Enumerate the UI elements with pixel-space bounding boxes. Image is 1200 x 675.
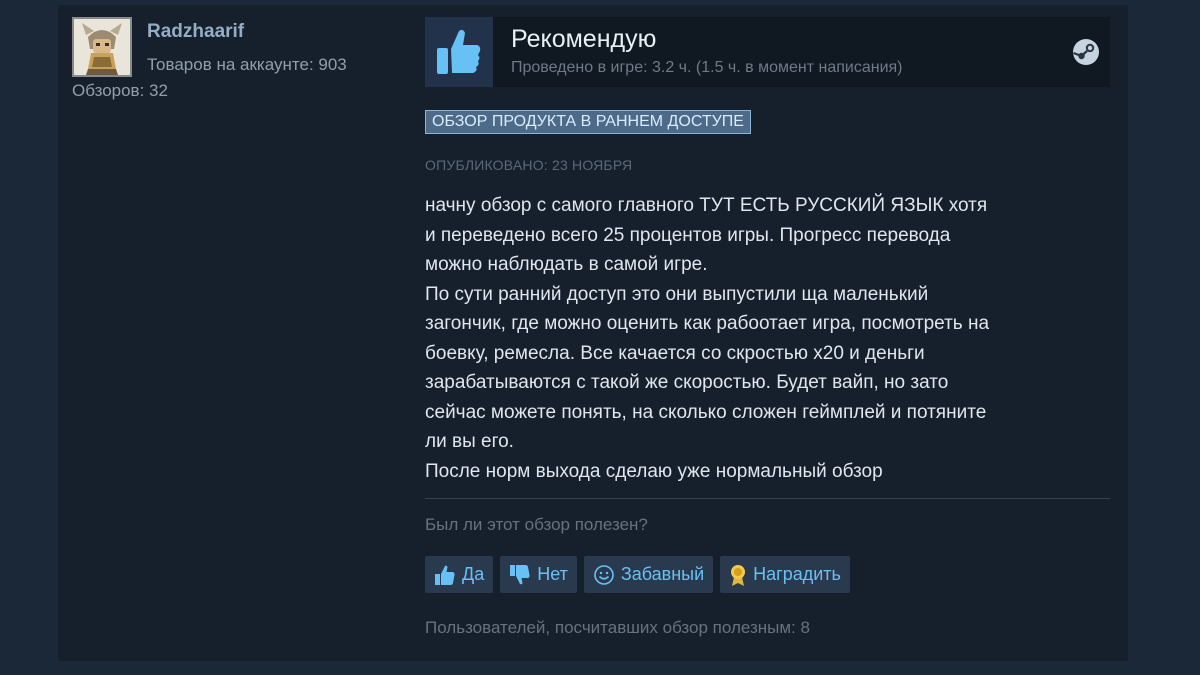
author-reviews-count[interactable]: Обзоров: 32	[72, 81, 168, 101]
vote-funny-button[interactable]: Забавный	[583, 556, 714, 593]
award-button[interactable]: Наградить	[720, 556, 850, 593]
helpful-question: Был ли этот обзор полезен?	[425, 515, 648, 534]
review-line: зарабатываются с такой же скоростью. Буд…	[425, 372, 949, 393]
avatar-illustration	[74, 19, 130, 75]
vote-controls: Да Нет Забавный Наградить	[425, 556, 850, 593]
review-line: сейчас можете понять, на сколько сложен …	[425, 401, 987, 423]
early-access-badge: ОБЗОР ПРОДУКТА В РАННЕМ ДОСТУПЕ	[425, 110, 751, 134]
vote-no-label: Нет	[537, 564, 568, 584]
review-line: После норм выхода сделаю уже нормальный …	[425, 460, 883, 482]
vote-no-button[interactable]: Нет	[500, 556, 577, 593]
review-line: можно наблюдать в самой игре.	[425, 254, 708, 275]
posted-date: ОПУБЛИКОВАНО: 23 НОЯБРЯ	[425, 157, 633, 173]
steam-logo-icon	[1073, 39, 1099, 65]
divider	[425, 498, 1110, 499]
playtime-info: Проведено в игре: 3.2 ч. (1.5 ч. в момен…	[511, 59, 903, 76]
review-line: начну обзор с самого главного ТУТ ЕСТЬ Р…	[425, 195, 988, 216]
review-verdict: Рекомендую Проведено в игре: 3.2 ч. (1.5…	[425, 17, 1110, 87]
author-products-count[interactable]: Товаров на аккаунте: 903	[147, 55, 347, 75]
review-line: По сути ранний доступ это они выпустили …	[425, 283, 929, 305]
verdict-title[interactable]: Рекомендую	[511, 25, 656, 54]
review-line: ли вы его.	[425, 431, 514, 452]
review-line: боевку, ремесла. Все качается со скрость…	[425, 342, 925, 364]
thumbs-up-icon	[435, 565, 455, 585]
vote-yes-button[interactable]: Да	[425, 556, 494, 593]
helpful-count: Пользователей, посчитавших обзор полезны…	[425, 618, 810, 637]
vote-funny-label: Забавный	[620, 564, 705, 584]
award-label: Наградить	[753, 564, 841, 584]
vote-yes-label: Да	[462, 564, 485, 584]
review-line: загончик, где можно оценить как рабоотае…	[425, 313, 990, 334]
review-text: начну обзор с самого главного ТУТ ЕСТЬ Р…	[425, 191, 1105, 486]
author-name[interactable]: Radzhaarif	[147, 21, 244, 43]
review-line: и переведено всего 25 процентов игры. Пр…	[425, 224, 951, 246]
award-medal-icon	[731, 564, 746, 586]
avatar[interactable]	[72, 17, 132, 77]
avatar-image	[74, 19, 130, 75]
thumbs-down-icon	[510, 564, 530, 584]
verdict-thumb	[425, 17, 493, 87]
thumbs-up-icon	[437, 29, 481, 74]
smiley-icon	[594, 564, 614, 585]
